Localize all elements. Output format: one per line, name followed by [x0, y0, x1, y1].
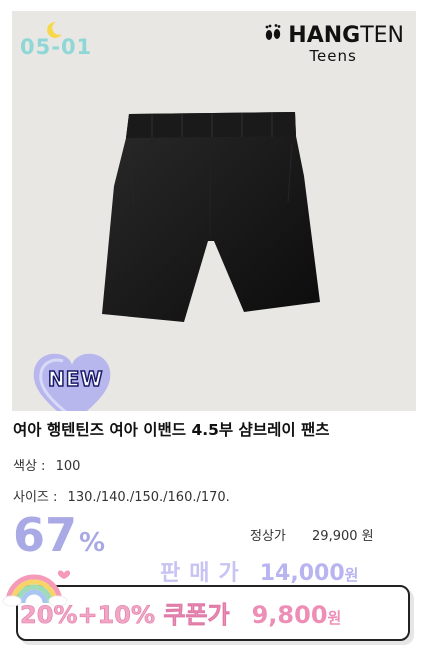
coupon-price-value: 9,800 [251, 601, 328, 629]
regular-price: 정상가 29,900 원 [250, 525, 374, 544]
size-label: 사이즈 : [13, 490, 58, 505]
regular-price-unit: 원 [361, 529, 374, 544]
size-value: 130./140./150./160./170. [67, 490, 230, 505]
sale-price-value: 14,000 [259, 561, 345, 586]
discount-rate: 67% [13, 512, 105, 558]
sale-price-unit: 원 [344, 566, 359, 584]
coupon-price-unit: 원 [327, 609, 342, 627]
brand-logo: HANGTEN Teens [262, 21, 404, 65]
discount-unit: % [79, 528, 106, 558]
brand-sub: Teens [309, 47, 357, 65]
product-code: 05-01 [20, 35, 93, 59]
sale-price: 판매가 14,000원 [160, 555, 358, 587]
brand-main-bold: HANG [288, 22, 361, 48]
regular-price-label: 정상가 [250, 529, 286, 544]
product-card[interactable]: 05-01 HANGTEN Teens NEW 여아 행텐틴즈 여아 이밴드 4… [0, 0, 430, 650]
brand-main-light: TEN [360, 22, 404, 48]
coupon-price-label: 20%+10% 쿠폰가 [20, 601, 230, 630]
product-photo[interactable]: 05-01 HANGTEN Teens NEW [12, 11, 416, 411]
regular-price-value: 29,900 [312, 529, 358, 544]
color-label: 색상 : [13, 459, 46, 474]
color-value: 100 [55, 459, 81, 474]
footprint-icon [262, 21, 284, 49]
coupon-price: 20%+10% 쿠폰가 9,800원 [20, 595, 342, 630]
size-row: 사이즈 : 130./140./150./160./170. [13, 486, 230, 505]
product-shorts-image [92, 106, 332, 340]
new-badge-text: NEW [47, 366, 104, 392]
discount-number: 67 [13, 508, 78, 562]
sale-price-label: 판매가 [160, 561, 248, 586]
product-title[interactable]: 여아 행텐틴즈 여아 이밴드 4.5부 샴브레이 팬츠 [13, 418, 330, 440]
color-row: 색상 : 100 [13, 455, 80, 474]
